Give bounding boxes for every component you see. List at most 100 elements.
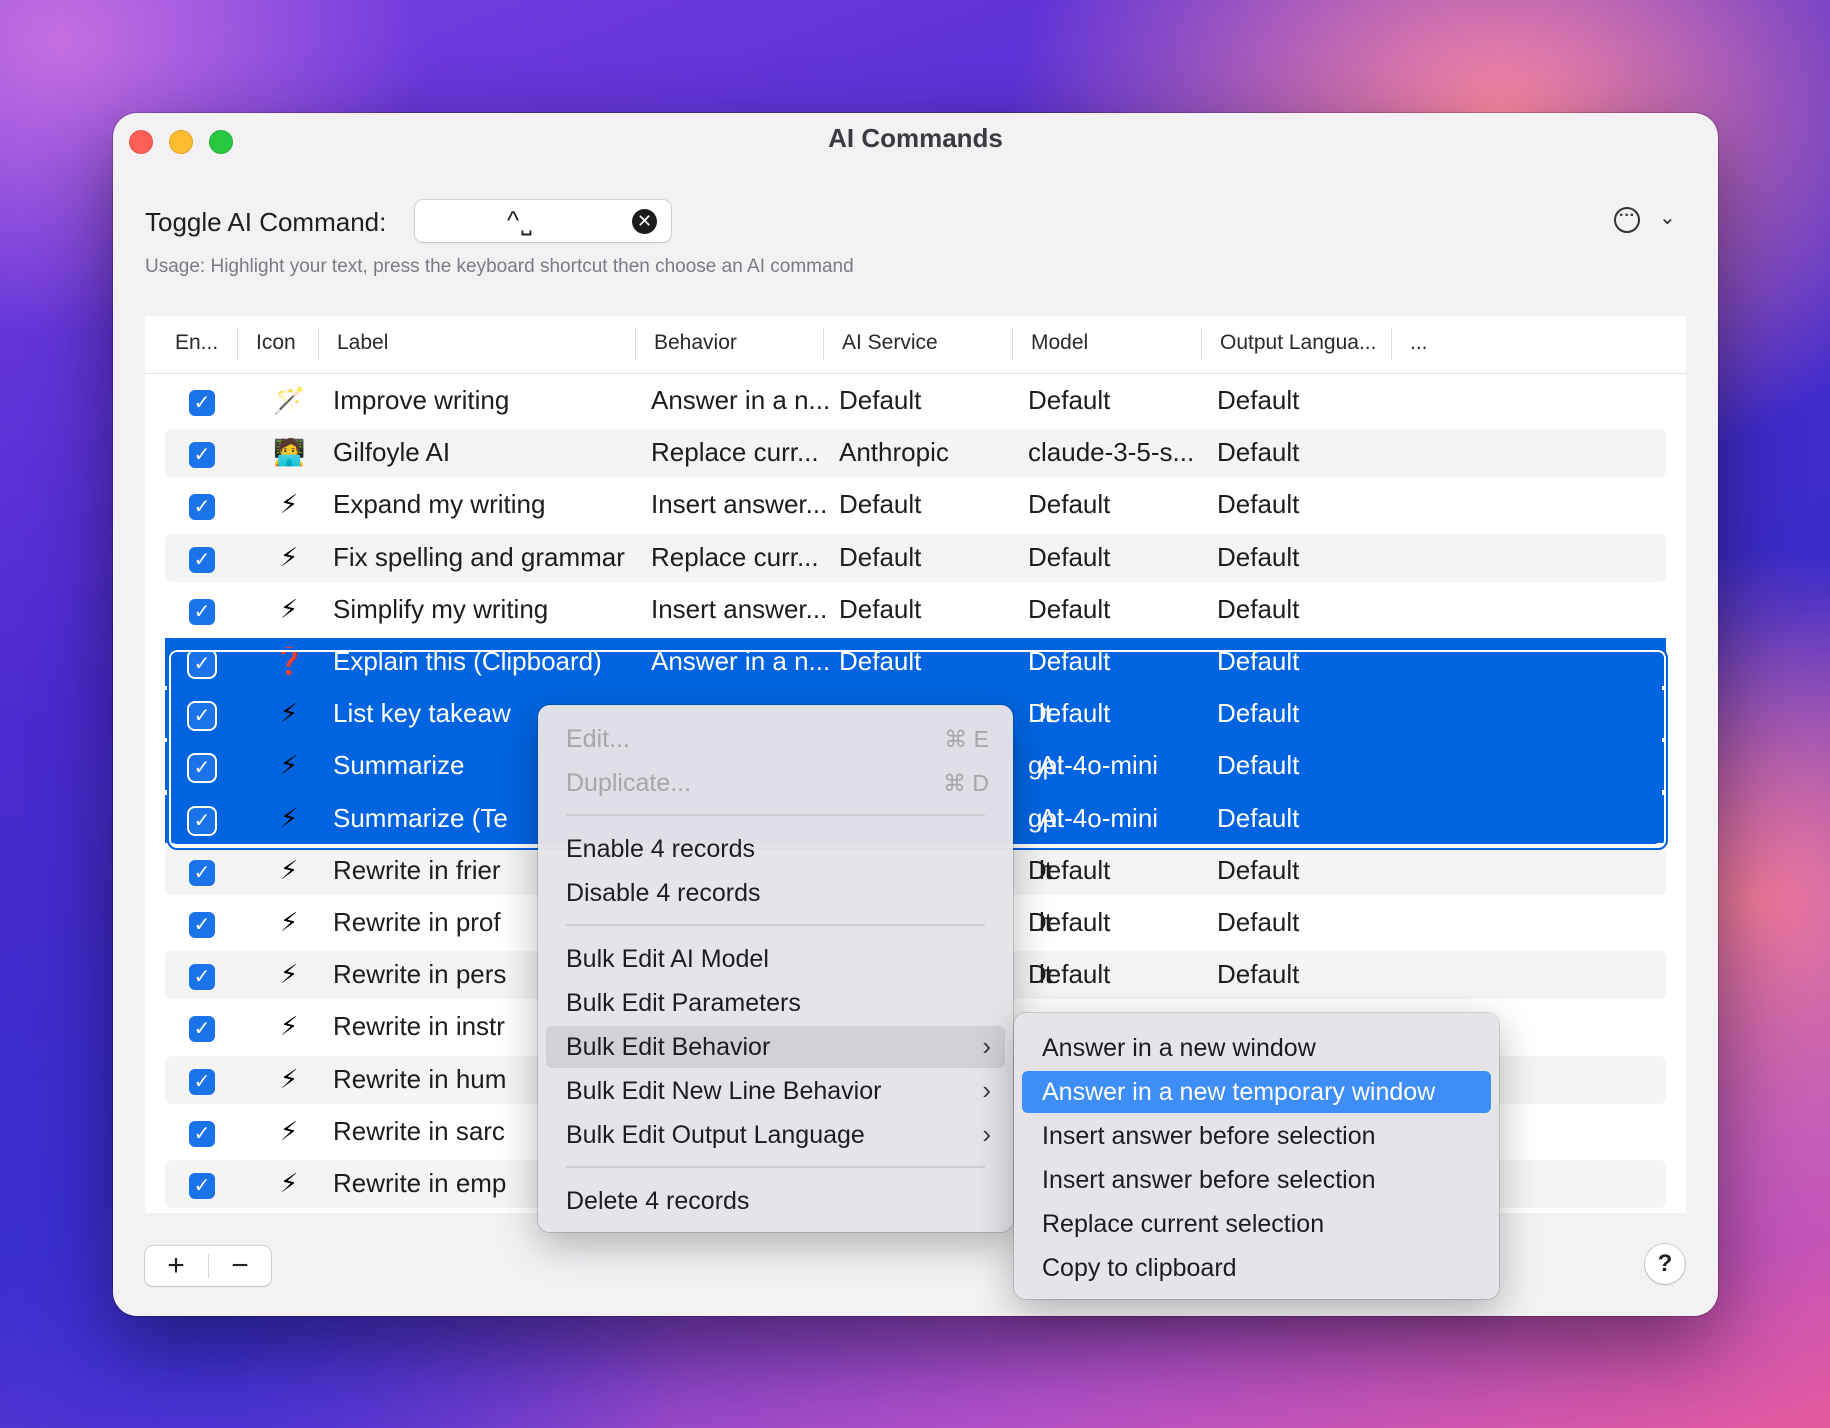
command-output-language: Default [1217,541,1300,572]
column-header-icon[interactable]: Icon [256,331,296,355]
enabled-checkbox[interactable]: ✓ [189,1068,215,1095]
table-row[interactable]: ✓ 🪄 Improve writing Answer in a n... Default… [165,377,1666,425]
enabled-checkbox[interactable]: ✓ [189,442,215,469]
command-model: Default [1028,646,1111,676]
enabled-checkbox[interactable]: ✓ [189,1016,215,1043]
command-model: gpt-4o-mini [1028,750,1159,781]
command-emoji-icon: ⚡ [279,907,299,937]
menu-item-bulk-edit-model[interactable]: Bulk Edit AI Model [546,938,1005,980]
command-output-language: Default [1217,959,1300,990]
submenu-item-insert-before[interactable]: Insert answer before selection [1022,1115,1491,1157]
chevron-down-icon[interactable]: ⌄ [1659,205,1676,230]
menu-item-label: Bulk Edit New Line Behavior [566,1077,882,1105]
column-separator [1391,328,1392,360]
enabled-checkbox[interactable]: ✓ [189,1173,215,1199]
command-label: Rewrite in pers [333,959,507,990]
menu-item-label: Duplicate... [566,769,692,797]
command-behavior: Answer in a n... [651,646,831,676]
menu-item-bulk-edit-behavior[interactable]: Bulk Edit Behavior › [546,1026,1005,1068]
command-output-language: Default [1217,750,1300,781]
add-command-button[interactable]: + [145,1248,207,1284]
clear-shortcut-icon[interactable]: ✕ [632,209,657,234]
help-button[interactable]: ? [1645,1244,1685,1284]
command-behavior: Replace curr... [651,437,819,468]
toggle-ai-command-label: Toggle AI Command: [145,207,387,237]
command-emoji-icon: ⚡ [279,541,299,572]
enabled-checkbox[interactable]: ✓ [189,912,215,938]
table-row[interactable]: ✓ ❓ Explain this (Clipboard) Answer in a n.… [165,638,1666,686]
menu-separator [566,1166,985,1168]
add-remove-control: + − [145,1246,271,1286]
enabled-checkbox[interactable]: ✓ [189,390,215,416]
submenu-item-insert-before-2[interactable]: Insert answer before selection [1022,1159,1491,1201]
enabled-checkbox[interactable]: ✓ [189,859,215,886]
menu-item-delete-records[interactable]: Delete 4 records [546,1180,1005,1222]
table-row[interactable]: ✓ ⚡ Simplify my writing Insert answer... Def… [165,586,1666,634]
column-header-more[interactable]: ... [1410,331,1428,355]
enabled-checkbox[interactable]: ✓ [189,1120,215,1147]
command-label: Expand my writing [333,489,546,520]
enabled-checkbox[interactable]: ✓ [189,807,215,834]
menu-item-label: Bulk Edit Output Language [566,1121,865,1149]
shortcut-label: ⌘ D [943,770,989,796]
enabled-checkbox[interactable]: ✓ [189,703,215,730]
table-row[interactable]: ✓ ⚡ Fix spelling and grammar Replace curr..… [165,533,1666,582]
table-header: En... Icon Label Behavior AI Service Mod… [145,316,1686,374]
menu-item-bulk-edit-new-line[interactable]: Bulk Edit New Line Behavior › [546,1070,1005,1112]
shortcut-recorder-field[interactable]: ^⎵ ✕ [415,200,671,242]
menu-separator [566,814,985,816]
remove-command-button[interactable]: − [209,1248,271,1284]
column-separator [1201,328,1202,360]
command-model: gpt-4o-mini [1028,802,1159,833]
command-output-language: Default [1217,698,1300,729]
column-separator [318,328,319,360]
enabled-checkbox[interactable]: ✓ [189,546,215,573]
submenu-item-new-window[interactable]: Answer in a new window [1022,1027,1491,1069]
menu-item-label: Bulk Edit Behavior [566,1033,771,1061]
menu-item-enable-records[interactable]: Enable 4 records [546,828,1005,870]
submenu-item-replace-selection[interactable]: Replace current selection [1022,1203,1491,1245]
menu-item-edit[interactable]: Edit... ⌘ E [546,718,1005,760]
menu-item-disable-records[interactable]: Disable 4 records [546,872,1005,914]
column-separator [823,328,824,360]
window-title: AI Commands [828,123,1003,153]
enabled-checkbox[interactable]: ✓ [189,755,215,782]
enabled-checkbox[interactable]: ✓ [189,598,215,625]
column-header-behavior[interactable]: Behavior [654,331,737,355]
enabled-checkbox[interactable]: ✓ [189,651,215,677]
command-label: List key takeaw [333,698,511,729]
table-row[interactable]: ✓ 🧑‍💻 Gilfoyle AI Replace curr... Anthropic c… [165,429,1666,478]
command-model: Default [1028,385,1111,415]
command-model: Default [1028,593,1111,624]
column-header-enabled[interactable]: En... [175,331,218,355]
command-emoji-icon: 🪄 [273,385,306,415]
command-emoji-icon: ⚡ [279,1063,299,1094]
submenu-item-new-temporary-window[interactable]: Answer in a new temporary window [1022,1071,1491,1113]
command-emoji-icon: ⚡ [279,698,299,729]
command-emoji-icon: ❓ [273,646,306,676]
menu-item-bulk-edit-parameters[interactable]: Bulk Edit Parameters [546,982,1005,1024]
shortcut-label: ⌘ E [944,726,989,752]
more-options-icon[interactable]: ··· [1614,207,1640,233]
column-header-label[interactable]: Label [337,331,388,355]
table-row[interactable]: ✓ ⚡ Expand my writing Insert answer... Defau… [165,481,1666,529]
column-header-output-language[interactable]: Output Langua... [1220,331,1376,355]
column-separator [635,328,636,360]
command-label: Fix spelling and grammar [333,541,625,572]
column-header-ai-service[interactable]: AI Service [842,331,938,355]
command-emoji-icon: ⚡ [279,854,299,885]
menu-item-duplicate[interactable]: Duplicate... ⌘ D [546,762,1005,804]
command-emoji-icon: ⚡ [279,593,299,624]
command-ai-service: Default [839,489,922,520]
menu-item-label: Edit... [566,725,630,753]
column-header-model[interactable]: Model [1031,331,1088,355]
submenu-item-copy-clipboard[interactable]: Copy to clipboard [1022,1247,1491,1289]
command-output-language: Default [1217,489,1300,520]
enabled-checkbox[interactable]: ✓ [189,964,215,991]
enabled-checkbox[interactable]: ✓ [189,494,215,521]
command-emoji-icon: ⚡ [279,489,299,520]
command-label: Rewrite in hum [333,1063,507,1094]
menu-item-bulk-edit-output-language[interactable]: Bulk Edit Output Language › [546,1114,1005,1156]
column-separator [1012,328,1013,360]
command-label: Summarize (Te [333,802,508,833]
